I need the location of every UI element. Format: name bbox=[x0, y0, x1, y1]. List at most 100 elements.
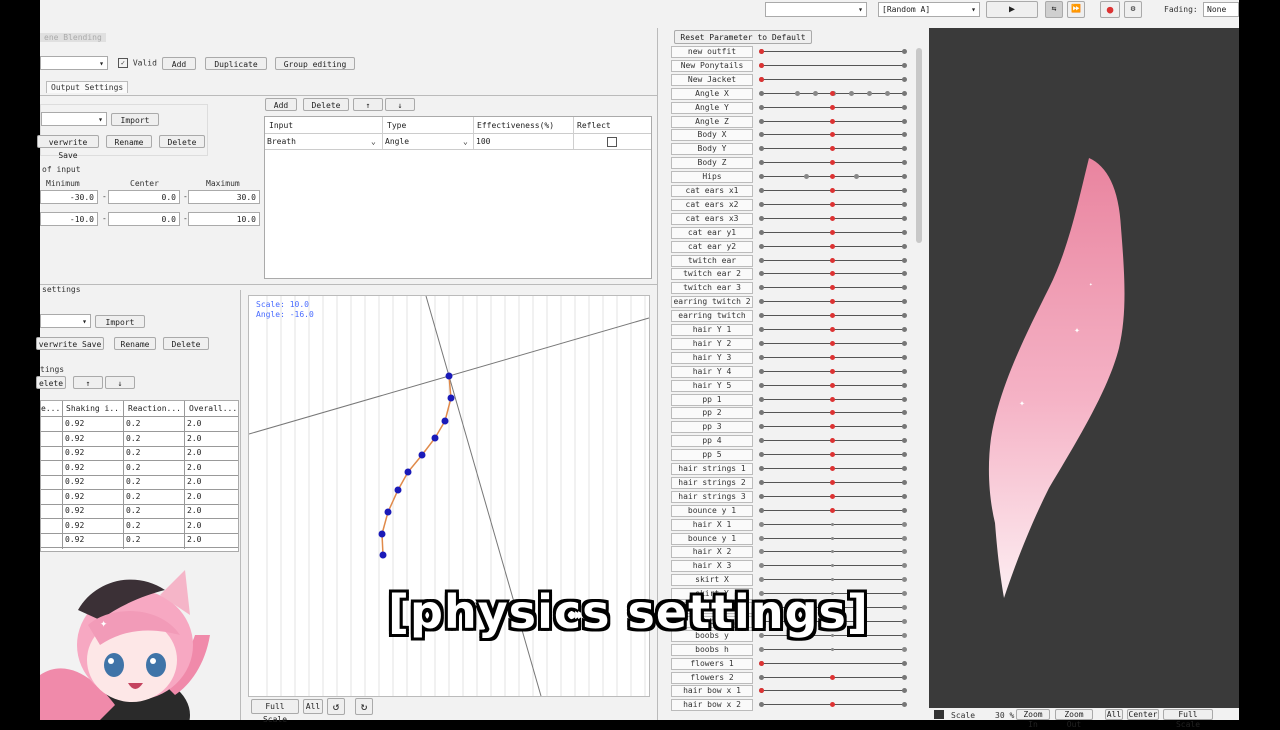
slider-value-dot[interactable] bbox=[830, 90, 835, 96]
slider-max-knob[interactable] bbox=[902, 382, 907, 388]
table-cell[interactable]: 2.0 bbox=[187, 492, 201, 501]
slider-min-knob[interactable] bbox=[759, 90, 764, 96]
range2-center[interactable]: 0.0 bbox=[108, 212, 180, 226]
param-row[interactable]: cat ear y2 bbox=[669, 240, 919, 254]
param-row[interactable]: pp 2 bbox=[669, 406, 919, 420]
pendulum-node[interactable] bbox=[378, 530, 386, 538]
reflect-checkbox[interactable] bbox=[607, 137, 617, 147]
slider-max-knob[interactable] bbox=[902, 438, 907, 444]
slider-min-knob[interactable] bbox=[759, 132, 764, 138]
table-cell[interactable]: 2.0 bbox=[187, 535, 201, 544]
scene-select[interactable]: ▾ bbox=[765, 2, 867, 17]
param-row[interactable]: hair bow x 1 bbox=[669, 684, 919, 698]
table-cell[interactable]: 0.92 bbox=[65, 506, 84, 515]
range1-min[interactable]: -30.0 bbox=[40, 190, 98, 204]
param-row[interactable]: hair X 2 bbox=[669, 545, 919, 559]
param-row[interactable]: new outfit bbox=[669, 45, 919, 59]
param-row[interactable]: cat ears x2 bbox=[669, 198, 919, 212]
slider-max-knob[interactable] bbox=[902, 591, 907, 597]
table-cell[interactable]: 0.2 bbox=[126, 535, 140, 544]
slider-value-dot[interactable] bbox=[830, 410, 835, 416]
param-row[interactable]: pp 3 bbox=[669, 420, 919, 434]
table-cell[interactable]: 2.0 bbox=[187, 419, 201, 428]
slider-value-dot[interactable] bbox=[830, 174, 835, 180]
param-row[interactable]: hair Y 1 bbox=[669, 323, 919, 337]
slider-max-knob[interactable] bbox=[902, 646, 907, 652]
slider-max-knob[interactable] bbox=[902, 618, 907, 624]
range2-min[interactable]: -10.0 bbox=[40, 212, 98, 226]
param-row[interactable]: hair Y 2 bbox=[669, 337, 919, 351]
slider-max-knob[interactable] bbox=[902, 410, 907, 416]
slider-value-dot[interactable] bbox=[830, 215, 835, 221]
import-button-2[interactable]: Import bbox=[95, 315, 145, 328]
slider-max-knob[interactable] bbox=[902, 354, 907, 360]
param-row[interactable]: Angle Z bbox=[669, 115, 919, 129]
slider-min-knob[interactable] bbox=[759, 577, 764, 583]
slider-value-dot[interactable] bbox=[830, 368, 835, 374]
slider-max-knob[interactable] bbox=[902, 327, 907, 332]
play-button[interactable]: ▶ bbox=[986, 1, 1038, 18]
slider-max-knob[interactable] bbox=[902, 104, 907, 110]
table-cell[interactable]: 0.2 bbox=[126, 419, 140, 428]
slider-value-dot[interactable] bbox=[830, 132, 835, 138]
slider-min-knob[interactable] bbox=[759, 146, 764, 152]
table-cell[interactable]: 0.92 bbox=[65, 419, 84, 428]
slider-value-dot[interactable] bbox=[830, 702, 835, 708]
param-row[interactable]: earring twitch bbox=[669, 309, 919, 323]
table-cell[interactable]: 0.2 bbox=[126, 477, 140, 486]
slider-max-knob[interactable] bbox=[902, 563, 907, 569]
skip-button[interactable]: ⏩ bbox=[1067, 1, 1085, 18]
reset-parameter-button[interactable]: Reset Parameter to Default bbox=[674, 30, 812, 44]
param-row[interactable]: flowers 2 bbox=[669, 671, 919, 685]
slider-min-knob[interactable] bbox=[759, 646, 764, 652]
slider-min-knob[interactable] bbox=[759, 368, 764, 374]
slider-value-dot[interactable] bbox=[830, 257, 835, 263]
slider-max-knob[interactable] bbox=[902, 215, 907, 221]
pendulum-node[interactable] bbox=[441, 417, 449, 425]
param-row[interactable]: New Jacket bbox=[669, 73, 919, 87]
param-row[interactable]: Body X bbox=[669, 128, 919, 142]
slider-value-dot[interactable] bbox=[830, 160, 835, 166]
slider-value-dot[interactable] bbox=[830, 285, 835, 291]
param-row[interactable]: New Ponytails bbox=[669, 59, 919, 73]
slider-value-dot[interactable] bbox=[830, 479, 835, 485]
slider-max-knob[interactable] bbox=[902, 507, 907, 513]
slider-max-knob[interactable] bbox=[902, 632, 907, 638]
fading-select[interactable]: None bbox=[1203, 2, 1239, 17]
rename-button-2[interactable]: Rename bbox=[114, 337, 156, 350]
slider-value-dot[interactable] bbox=[830, 243, 835, 249]
slider-min-knob[interactable] bbox=[759, 438, 764, 444]
table-cell[interactable]: 0.2 bbox=[126, 448, 140, 457]
full-scale-button[interactable]: Full Scale bbox=[251, 699, 299, 724]
slider-min-knob[interactable] bbox=[759, 215, 764, 221]
preset-select[interactable]: ▾ bbox=[41, 112, 107, 126]
param-row[interactable]: twitch ear 2 bbox=[669, 267, 919, 281]
full-scale-view-button[interactable]: Full Scale bbox=[1163, 709, 1213, 729]
delete-button-3[interactable]: elete bbox=[36, 376, 66, 389]
delete-button[interactable]: Delete bbox=[159, 135, 205, 148]
slider-value-dot[interactable] bbox=[759, 62, 764, 68]
slider-value-dot[interactable] bbox=[831, 578, 834, 582]
slider-value-dot[interactable] bbox=[830, 452, 835, 458]
param-row[interactable]: Body Z bbox=[669, 156, 919, 170]
slider-max-knob[interactable] bbox=[902, 201, 907, 207]
redo-icon[interactable]: ↻ bbox=[355, 698, 373, 715]
zoom-out-button[interactable]: Zoom Out bbox=[1055, 709, 1093, 729]
slider-value-dot[interactable] bbox=[830, 424, 835, 430]
slider-value-dot[interactable] bbox=[830, 188, 835, 193]
slider-value-dot[interactable] bbox=[830, 118, 835, 124]
range1-center[interactable]: 0.0 bbox=[108, 190, 180, 204]
slider-value-dot[interactable] bbox=[830, 229, 835, 235]
slider-min-knob[interactable] bbox=[759, 535, 764, 541]
param-row[interactable]: bounce y 1 bbox=[669, 504, 919, 518]
slider-value-dot[interactable] bbox=[831, 647, 834, 651]
slider-value-dot[interactable] bbox=[759, 688, 764, 694]
random-select[interactable]: [Random A] ▾ bbox=[878, 2, 980, 17]
param-row[interactable]: pp 1 bbox=[669, 393, 919, 407]
param-row[interactable]: cat ear y1 bbox=[669, 226, 919, 240]
model-viewport[interactable]: ✦ ✦ ✦ bbox=[929, 28, 1239, 708]
chevron-down-icon[interactable]: ⌄ bbox=[371, 137, 376, 146]
overwrite-save-button-2[interactable]: verwrite Save bbox=[36, 337, 104, 350]
table-cell[interactable]: 2.0 bbox=[187, 477, 201, 486]
all-button[interactable]: All bbox=[303, 699, 323, 714]
